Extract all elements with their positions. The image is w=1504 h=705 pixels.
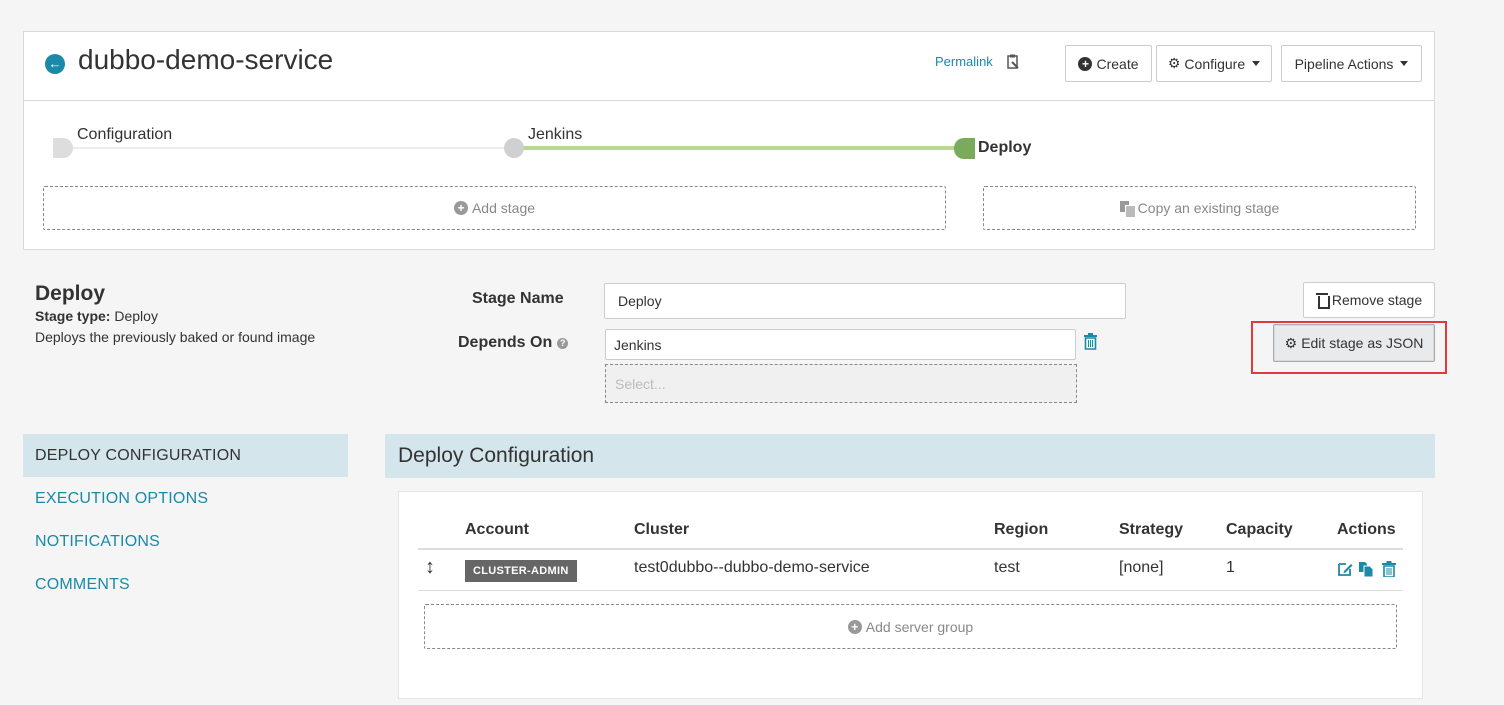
graph-link-inactive [62, 147, 542, 149]
stage-description: Deploys the previously baked or found im… [35, 329, 316, 345]
add-server-group-button[interactable]: + Add server group [424, 604, 1397, 649]
caret-down-icon [1252, 61, 1261, 66]
server-groups-panel: Account Cluster Region Strategy Capacity… [398, 491, 1423, 699]
account-badge: CLUSTER-ADMIN [465, 560, 577, 582]
stage-heading: Deploy [35, 282, 106, 305]
stage-name-label: Stage Name [472, 290, 564, 307]
pipeline-actions-label: Pipeline Actions [1294, 55, 1394, 72]
region-cell: test [994, 559, 1020, 576]
stage-type-value: Deploy [114, 308, 158, 324]
column-header-region: Region [994, 521, 1049, 538]
remove-stage-button[interactable]: Remove stage [1303, 282, 1435, 318]
copy-icon [1119, 200, 1136, 218]
edit-icon[interactable] [1337, 561, 1353, 577]
nav-notifications[interactable]: NOTIFICATIONS [23, 520, 348, 563]
add-stage-button[interactable]: + Add stage [43, 186, 946, 230]
clipboard-icon[interactable] [1006, 54, 1020, 70]
stage-label-configuration[interactable]: Configuration [77, 126, 172, 144]
trash-icon[interactable] [1381, 561, 1397, 577]
depends-on-label: Depends On ? [458, 334, 569, 352]
column-header-cluster: Cluster [634, 521, 690, 538]
copy-icon[interactable] [1358, 561, 1374, 577]
trash-icon[interactable] [1082, 333, 1099, 350]
remove-stage-label: Remove stage [1331, 292, 1423, 308]
plus-circle-icon: + [453, 201, 468, 215]
capacity-cell: 1 [1226, 559, 1235, 576]
back-arrow-icon[interactable]: ← [45, 54, 65, 74]
table-header-divider [418, 548, 1403, 550]
plus-circle-icon: + [847, 619, 862, 634]
column-header-actions: Actions [1337, 521, 1396, 538]
drag-handle-icon[interactable]: ↕ [425, 556, 435, 579]
depends-on-select[interactable]: Select... [605, 364, 1077, 403]
stage-node-deploy[interactable] [954, 138, 975, 159]
graph-link-active [514, 146, 964, 150]
strategy-cell: [none] [1119, 559, 1164, 576]
edit-stage-json-label: Edit stage as JSON [1301, 335, 1424, 351]
stage-node-jenkins[interactable] [504, 138, 524, 158]
copy-stage-button[interactable]: Copy an existing stage [983, 186, 1416, 230]
nav-deploy-configuration[interactable]: DEPLOY CONFIGURATION [23, 434, 348, 477]
gear-icon: ⚙ [1284, 334, 1298, 351]
stage-label-deploy[interactable]: Deploy [978, 139, 1031, 157]
permalink-link[interactable]: Permalink [935, 54, 993, 69]
header-divider [24, 100, 1434, 101]
add-stage-label: Add stage [471, 200, 536, 216]
column-header-strategy: Strategy [1119, 521, 1184, 538]
stage-node-configuration[interactable] [53, 138, 73, 158]
nav-execution-options[interactable]: EXECUTION OPTIONS [23, 477, 348, 520]
nav-comments[interactable]: COMMENTS [23, 563, 348, 606]
cluster-cell: test0dubbo--dubbo-demo-service [634, 559, 870, 576]
edit-stage-json-button[interactable]: ⚙ Edit stage as JSON [1273, 324, 1435, 362]
page-title: dubbo-demo-service [78, 44, 334, 75]
help-icon[interactable]: ? [557, 337, 569, 349]
stage-type-label: Stage type: [35, 308, 111, 324]
table-row-divider [418, 590, 1403, 591]
depends-on-label-text: Depends On [458, 334, 553, 351]
create-button-label: Create [1096, 55, 1139, 72]
gear-icon: ⚙ [1167, 55, 1181, 71]
add-server-group-label: Add server group [865, 618, 974, 635]
column-header-account: Account [465, 521, 529, 538]
stage-type: Stage type: Deploy [35, 308, 158, 324]
stage-label-jenkins[interactable]: Jenkins [528, 126, 582, 144]
create-button[interactable]: + Create [1065, 45, 1152, 82]
stage-name-input[interactable]: Deploy [604, 283, 1126, 319]
caret-down-icon [1400, 61, 1409, 66]
copy-stage-label: Copy an existing stage [1137, 200, 1280, 216]
depends-on-value[interactable]: Jenkins [605, 329, 1076, 360]
pipeline-actions-button[interactable]: Pipeline Actions [1281, 45, 1422, 82]
configure-button-label: Configure [1184, 55, 1246, 72]
section-title: Deploy Configuration [385, 434, 1435, 478]
trash-icon [1315, 293, 1330, 309]
pipeline-panel: ← dubbo-demo-service Permalink + Create … [23, 31, 1435, 250]
configure-button[interactable]: ⚙ Configure [1156, 45, 1272, 82]
column-header-capacity: Capacity [1226, 521, 1293, 538]
plus-circle-icon: + [1078, 56, 1093, 71]
